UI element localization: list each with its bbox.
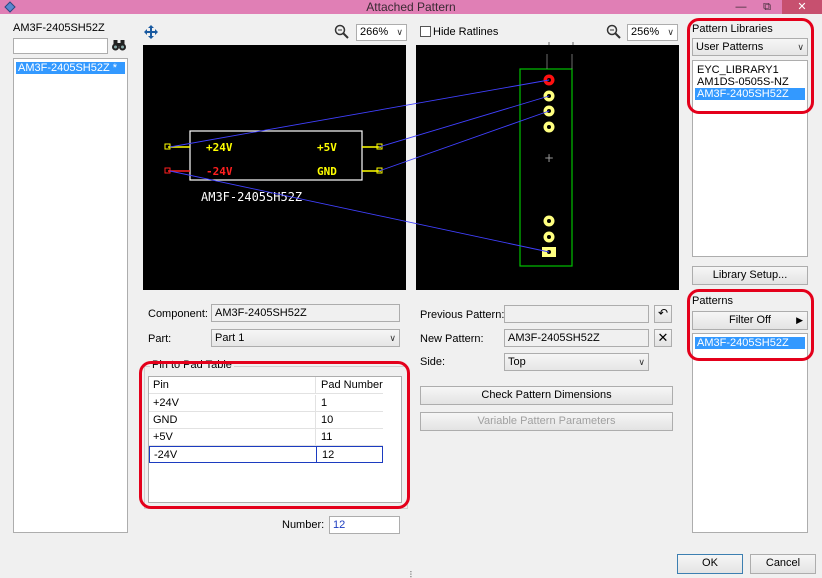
part-value: Part 1 <box>215 332 245 344</box>
chevron-down-icon: ∨ <box>667 27 674 37</box>
library-list-item[interactable]: AM3F-2405SH52Z <box>695 88 805 100</box>
component-panel-title: AM3F-2405SH52Z <box>13 22 105 34</box>
pin-table-title: Pin to Pad Table <box>150 359 234 371</box>
library-list[interactable]: EYC_LIBRARY1 AM1DS-0505S-NZ AM3F-2405SH5… <box>692 60 808 257</box>
new-pattern-label: New Pattern: <box>420 333 484 345</box>
table-row[interactable]: GND 10 <box>149 412 383 429</box>
pad-hole <box>547 235 551 239</box>
table-row[interactable]: +5V 11 <box>149 429 383 446</box>
pad-cell[interactable]: 1 <box>321 395 327 412</box>
filter-button[interactable]: Filter Off ▶ <box>692 311 808 330</box>
component-list[interactable]: AM3F-2405SH52Z * <box>13 58 128 533</box>
side-value: Top <box>508 356 526 368</box>
library-type-value: User Patterns <box>696 41 764 53</box>
pattern-zoom-select[interactable]: 256% ∨ <box>627 24 678 41</box>
library-type-select[interactable]: User Patterns ∨ <box>692 38 808 56</box>
window-title: Attached Pattern <box>366 0 456 14</box>
new-pattern-field: AM3F-2405SH52Z <box>504 329 649 347</box>
component-search-input[interactable] <box>13 38 108 54</box>
binoculars-icon[interactable] <box>111 38 127 52</box>
pattern-list-item[interactable]: AM3F-2405SH52Z <box>695 337 805 349</box>
move-icon[interactable] <box>144 25 158 39</box>
pin-cell: GND <box>153 414 178 426</box>
pin-label: +5V <box>317 141 337 154</box>
number-label: Number: <box>282 519 325 531</box>
magnifier-icon[interactable] <box>606 24 622 40</box>
patterns-title: Patterns <box>692 295 733 307</box>
ok-button[interactable]: OK <box>677 554 743 574</box>
hide-ratlines-label: Hide Ratlines <box>433 26 499 38</box>
pattern-viewport[interactable]: + <box>416 45 679 290</box>
pin-table[interactable]: Pin Pad Number +24V 1 GND 10 +5V 11 -24V… <box>148 376 402 503</box>
number-input[interactable]: 12 <box>329 516 400 534</box>
pad-hole <box>547 109 551 113</box>
pad-hole <box>547 94 551 98</box>
library-setup-button[interactable]: Library Setup... <box>692 266 808 285</box>
close-icon[interactable]: ✕ <box>782 0 822 14</box>
variable-pattern-parameters-button[interactable]: Variable Pattern Parameters <box>420 412 673 431</box>
cancel-button[interactable]: Cancel <box>750 554 816 574</box>
pin-column-header[interactable]: Pin <box>153 377 169 394</box>
table-row-selected[interactable]: -24V 12 <box>149 446 383 463</box>
pin-label: -24V <box>206 165 233 178</box>
check-pattern-dimensions-button[interactable]: Check Pattern Dimensions <box>420 386 673 405</box>
part-select[interactable]: Part 1 ∨ <box>211 329 400 347</box>
table-row[interactable]: +24V 1 <box>149 395 383 412</box>
title-bar: Attached Pattern — ⧉ ✕ <box>0 0 822 14</box>
chevron-down-icon: ∨ <box>638 357 645 367</box>
component-field: AM3F-2405SH52Z <box>211 304 400 322</box>
pattern-zoom-value: 256% <box>631 26 660 38</box>
undo-icon[interactable]: ↶ <box>654 305 672 323</box>
magnifier-icon[interactable] <box>334 24 350 40</box>
filter-label: Filter Off <box>729 314 771 326</box>
arrow-right-icon: ▶ <box>796 315 803 325</box>
component-list-item[interactable]: AM3F-2405SH52Z * <box>16 62 125 74</box>
symbol-name: AM3F-2405SH52Z <box>201 190 302 204</box>
resize-grip-icon[interactable]: ⠇ <box>409 570 416 578</box>
pin-label: GND <box>317 165 337 178</box>
pattern-canvas[interactable]: + <box>416 45 679 290</box>
symbol-zoom-select[interactable]: 266% ∨ <box>356 24 407 41</box>
pad-hole <box>547 219 551 223</box>
pin-cell: -24V <box>154 449 178 461</box>
hide-ratlines-checkbox[interactable] <box>420 26 431 37</box>
center-mark: + <box>544 151 554 165</box>
side-select[interactable]: Top ∨ <box>504 353 649 371</box>
symbol-canvas[interactable]: +24V -24V +5V GND AM3F-2405SH52Z <box>143 45 406 290</box>
chevron-down-icon: ∨ <box>389 333 396 343</box>
part-label: Part: <box>148 333 172 345</box>
symbol-viewport[interactable]: +24V -24V +5V GND AM3F-2405SH52Z <box>143 45 406 290</box>
pad-cell[interactable]: 10 <box>321 412 333 429</box>
pattern-libraries-title: Pattern Libraries <box>692 23 773 35</box>
pad-hole <box>547 125 551 129</box>
minimize-icon[interactable]: — <box>728 0 754 14</box>
component-label: Component: <box>148 308 208 320</box>
chevron-down-icon: ∨ <box>396 27 403 37</box>
library-list-item[interactable]: EYC_LIBRARY1 <box>695 64 805 76</box>
pattern-list[interactable]: AM3F-2405SH52Z <box>692 333 808 533</box>
pad-number-column-header[interactable]: Pad Number <box>321 377 383 394</box>
chevron-down-icon: ∨ <box>797 42 804 52</box>
pin-table-header: Pin Pad Number <box>149 377 383 394</box>
pad-hole <box>547 250 551 254</box>
pad-cell[interactable]: 11 <box>321 429 332 446</box>
pin-cell: +24V <box>153 397 179 409</box>
library-list-item[interactable]: AM1DS-0505S-NZ <box>695 76 805 88</box>
pad-cell[interactable]: 12 <box>322 447 334 464</box>
pin-cell: +5V <box>153 431 173 443</box>
clear-icon[interactable]: ✕ <box>654 329 672 347</box>
symbol-zoom-value: 266% <box>360 26 389 38</box>
restore-icon[interactable]: ⧉ <box>754 0 780 14</box>
pad-hole <box>547 78 551 82</box>
previous-pattern-field <box>504 305 649 323</box>
pin-label: +24V <box>206 141 233 154</box>
side-label: Side: <box>420 356 446 368</box>
previous-pattern-label: Previous Pattern: <box>420 309 505 321</box>
